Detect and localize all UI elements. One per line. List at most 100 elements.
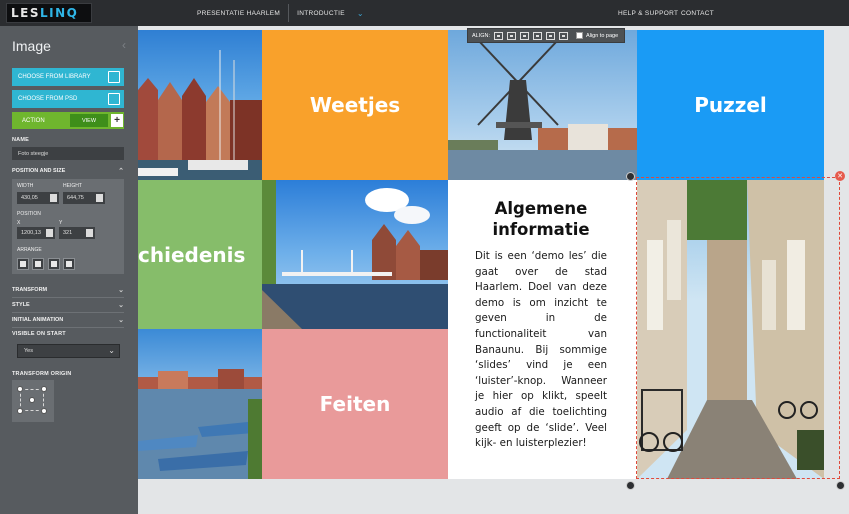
choose-from-library-label: CHOOSE FROM LIBRARY [18,74,91,80]
transform-origin-picker[interactable] [12,380,54,422]
action-row: ACTION VIEW + [12,112,124,129]
x-field[interactable]: 1200,13 [17,227,55,239]
divider [12,312,124,313]
visible-on-start-select[interactable]: Yes ⌄ [17,344,120,358]
divider [12,327,124,328]
style-header[interactable]: STYLE ⌄ [12,299,124,311]
tile-puzzel[interactable]: Puzzel [637,30,824,180]
selection-frame [636,177,840,479]
visible-on-start-label: VISIBLE ON START [12,331,66,337]
align-bottom-icon[interactable] [559,31,569,40]
y-stepper-icon[interactable] [86,229,93,237]
height-field[interactable]: 644,75 [63,192,105,204]
chevron-down-icon: ⌄ [118,317,124,324]
photo-bridge[interactable] [262,180,448,329]
add-action-button[interactable]: + [111,114,123,127]
align-to-page-label: Align to page [586,32,619,39]
origin-handle-top-left[interactable] [17,386,23,392]
bring-forward-button[interactable] [32,258,44,270]
send-to-back-icon [66,261,72,267]
chevron-down-icon: ⌄ [118,287,124,294]
logo-text-accent: LINQ [40,6,79,20]
chevron-down-icon: ⌄ [108,346,115,355]
height-label: HEIGHT [63,183,82,189]
nav-contact-link[interactable]: CONTACT [681,0,714,26]
tile-weetjes[interactable]: Weetjes [262,30,448,180]
nav-contact[interactable]: CONTACT [681,10,714,17]
origin-handle-bottom-right[interactable] [41,408,47,414]
photo-windmill[interactable] [448,30,637,180]
nav-help[interactable]: HELP & SUPPORT [618,10,678,17]
transform-origin-label: TRANSFORM ORIGIN [12,371,72,377]
align-middle-icon[interactable] [546,31,556,40]
origin-handle-top-right[interactable] [41,386,47,392]
properties-panel: Image ‹ CHOOSE FROM LIBRARY CHOOSE FROM … [0,26,138,514]
width-label: WIDTH [17,183,34,189]
view-action-button[interactable]: VIEW [70,114,108,127]
tile-feiten[interactable]: Feiten [262,329,448,479]
photo-river-boats[interactable] [138,329,262,479]
leslinq-logo[interactable]: LES LINQ [6,3,92,23]
position-size-header[interactable]: POSITION AND SIZE ⌃ [12,165,124,177]
chevron-down-icon[interactable]: ⌄ [357,9,364,18]
visible-on-start-value: Yes [24,348,33,354]
align-right-icon[interactable] [520,31,530,40]
info-body: Dit is een ‘demo les’ die gaat over de s… [475,250,607,450]
bridge-illustration [262,180,448,329]
tile-puzzel-label: Puzzel [694,93,767,117]
transform-header[interactable]: TRANSFORM ⌄ [12,284,124,296]
river-boats-illustration [138,369,262,479]
initial-animation-header[interactable]: INITIAL ANIMATION ⌄ [12,314,124,326]
bring-to-front-button[interactable] [17,258,29,270]
height-stepper-icon[interactable] [96,194,103,202]
bring-forward-icon [35,261,41,267]
rotate-handle-icon[interactable] [626,172,635,181]
x-stepper-icon[interactable] [46,229,53,237]
origin-handle-bottom-left[interactable] [17,408,23,414]
x-value: 1200,13 [21,230,41,236]
resize-handle-icon[interactable] [836,481,845,490]
y-value: 321 [63,230,73,236]
origin-handle-center[interactable] [29,397,35,403]
height-value: 644,75 [67,195,84,201]
tile-weetjes-label: Weetjes [309,93,401,117]
send-to-back-button[interactable] [63,258,75,270]
position-size-label: POSITION AND SIZE [12,168,66,174]
close-icon[interactable]: ✕ [835,171,845,181]
chevron-left-icon[interactable]: ‹ [122,38,126,52]
tile-geschiedenis[interactable]: chiedenis [138,180,262,329]
panel-title: Image [12,38,51,54]
nav-section[interactable]: INTRODUCTIE [297,10,345,17]
tile-feiten-label: Feiten [319,392,391,416]
photo-harbor-houses[interactable] [138,30,262,180]
move-handle-icon[interactable] [626,481,635,490]
y-field[interactable]: 321 [59,227,95,239]
send-backward-icon [51,261,57,267]
width-field[interactable]: 430,05 [17,192,59,204]
align-label: ALIGN: [472,32,491,39]
top-bar: LES LINQ PRESENTATIE HAARLEM INTRODUCTIE … [0,0,849,26]
align-left-icon[interactable] [494,31,504,40]
align-center-icon[interactable] [507,31,517,40]
image-icon [108,71,120,83]
chevron-down-icon: ⌄ [118,302,124,309]
main-nav: PRESENTATIE HAARLEM INTRODUCTIE ⌄ [197,0,364,26]
arrange-label: ARRANGE [17,247,42,253]
position-label: POSITION [17,211,41,217]
choose-from-psd-button[interactable]: CHOOSE FROM PSD [12,90,124,108]
action-label: ACTION [22,117,45,124]
send-backward-button[interactable] [48,258,60,270]
choose-from-library-button[interactable]: CHOOSE FROM LIBRARY [12,68,124,86]
y-label: Y [59,220,63,226]
x-label: X [17,220,21,226]
nav-presentation[interactable]: PRESENTATIE HAARLEM [197,10,280,17]
width-stepper-icon[interactable] [50,194,57,202]
nav-help-link[interactable]: HELP & SUPPORT [618,0,678,26]
info-title: Algemene informatie [492,199,590,239]
align-top-icon[interactable] [533,31,543,40]
align-to-page-checkbox[interactable] [576,32,584,39]
chevron-up-icon: ⌃ [118,168,124,175]
name-label: NAME [12,137,29,143]
width-value: 430,05 [21,195,38,201]
name-input[interactable] [12,147,124,160]
